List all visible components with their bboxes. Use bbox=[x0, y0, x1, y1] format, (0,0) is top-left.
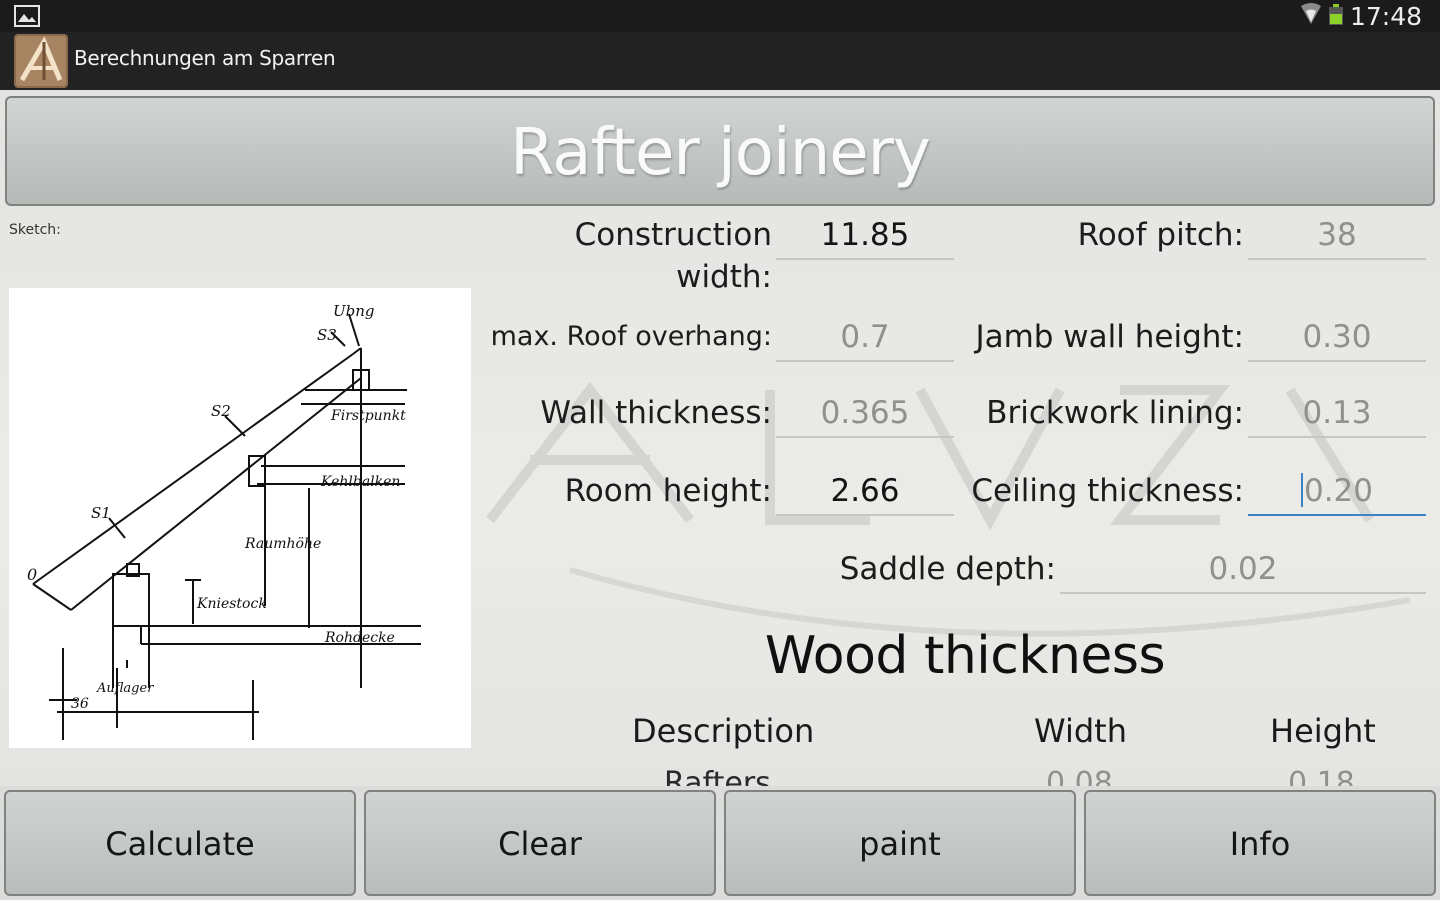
wall-thickness-field[interactable]: 0.365 bbox=[776, 392, 954, 438]
status-bar: 17:48 bbox=[0, 0, 1440, 32]
main-content: Rafter joinery Sketch: Ubng S3 Firstpunk… bbox=[0, 90, 1440, 786]
clear-button[interactable]: Clear bbox=[364, 790, 716, 896]
sketch-annotation-kniestock: Kniestock bbox=[196, 596, 267, 612]
roof-pitch-field[interactable]: 38 bbox=[1248, 214, 1426, 260]
column-header-height: Height bbox=[1270, 712, 1376, 750]
sketch-annotation-raumhoehe: Raumhöhe bbox=[244, 536, 321, 552]
sketch-annotation-36: 36 bbox=[71, 696, 89, 712]
sketch-annotation-ubng: Ubng bbox=[333, 302, 375, 320]
gallery-notification-icon bbox=[14, 5, 40, 31]
sketch-annotation-firstpunkt: Firstpunkt bbox=[330, 408, 406, 424]
room-height-field[interactable]: 2.66 bbox=[776, 470, 954, 516]
sketch-annotation-auflager: Auflager bbox=[96, 681, 154, 696]
roof-pitch-label: Roof pitch: bbox=[1077, 217, 1244, 253]
sketch-annotation-s3: S3 bbox=[317, 326, 337, 344]
room-height-label: Room height: bbox=[564, 473, 772, 509]
column-header-width: Width bbox=[1034, 712, 1127, 750]
paint-button[interactable]: paint bbox=[724, 790, 1076, 896]
ceiling-thickness-label: Ceiling thickness: bbox=[971, 473, 1244, 509]
info-button[interactable]: Info bbox=[1084, 790, 1436, 896]
table-row-width: 0.08 bbox=[1046, 766, 1113, 786]
bottom-button-bar: Calculate Clear paint Info bbox=[0, 786, 1440, 900]
table-row-description: Rafters bbox=[664, 766, 771, 786]
rafter-sketch: Ubng S3 Firstpunkt S2 Kehlbalken S1 Raum… bbox=[9, 288, 471, 748]
header-banner: Rafter joinery bbox=[5, 96, 1435, 206]
saddle-depth-field[interactable]: 0.02 bbox=[1060, 548, 1426, 594]
sketch-label: Sketch: bbox=[9, 222, 61, 238]
ceiling-thickness-field[interactable]: 0.20 bbox=[1248, 470, 1426, 516]
wall-thickness-label: Wall thickness: bbox=[540, 395, 772, 431]
app-title: Berechnungen am Sparren bbox=[74, 46, 336, 70]
page-title: Rafter joinery bbox=[510, 116, 931, 190]
wood-thickness-title: Wood thickness bbox=[764, 626, 1166, 686]
sketch-annotation-rohdecke: Rohdecke bbox=[324, 630, 395, 646]
brickwork-lining-field[interactable]: 0.13 bbox=[1248, 392, 1426, 438]
max-roof-overhang-field[interactable]: 0.7 bbox=[776, 316, 954, 362]
sketch-annotation-s2: S2 bbox=[211, 402, 231, 420]
jamb-wall-height-label: Jamb wall height: bbox=[975, 319, 1244, 355]
sketch-annotation-kehlbalken: Kehlbalken bbox=[320, 474, 400, 490]
sketch-annotation-zero: 0 bbox=[27, 565, 37, 584]
max-roof-overhang-label: max. Roof overhang: bbox=[490, 321, 772, 352]
calculate-button[interactable]: Calculate bbox=[4, 790, 356, 896]
battery-icon bbox=[1328, 2, 1344, 30]
ceiling-thickness-value: 0.20 bbox=[1303, 473, 1374, 509]
sketch-annotation-s1: S1 bbox=[91, 504, 111, 522]
text-cursor bbox=[1300, 473, 1303, 507]
column-header-description: Description bbox=[632, 712, 815, 750]
wifi-icon bbox=[1300, 2, 1322, 30]
saddle-depth-label: Saddle depth: bbox=[839, 551, 1056, 587]
construction-width-label: Construction width: bbox=[574, 217, 772, 295]
jamb-wall-height-field[interactable]: 0.30 bbox=[1248, 316, 1426, 362]
app-logo-icon[interactable] bbox=[14, 34, 68, 88]
construction-width-field[interactable]: 11.85 bbox=[776, 214, 954, 260]
action-bar: Berechnungen am Sparren bbox=[0, 32, 1440, 90]
table-row-height: 0.18 bbox=[1288, 766, 1355, 786]
brickwork-lining-label: Brickwork lining: bbox=[986, 395, 1244, 431]
status-time: 17:48 bbox=[1349, 1, 1422, 31]
